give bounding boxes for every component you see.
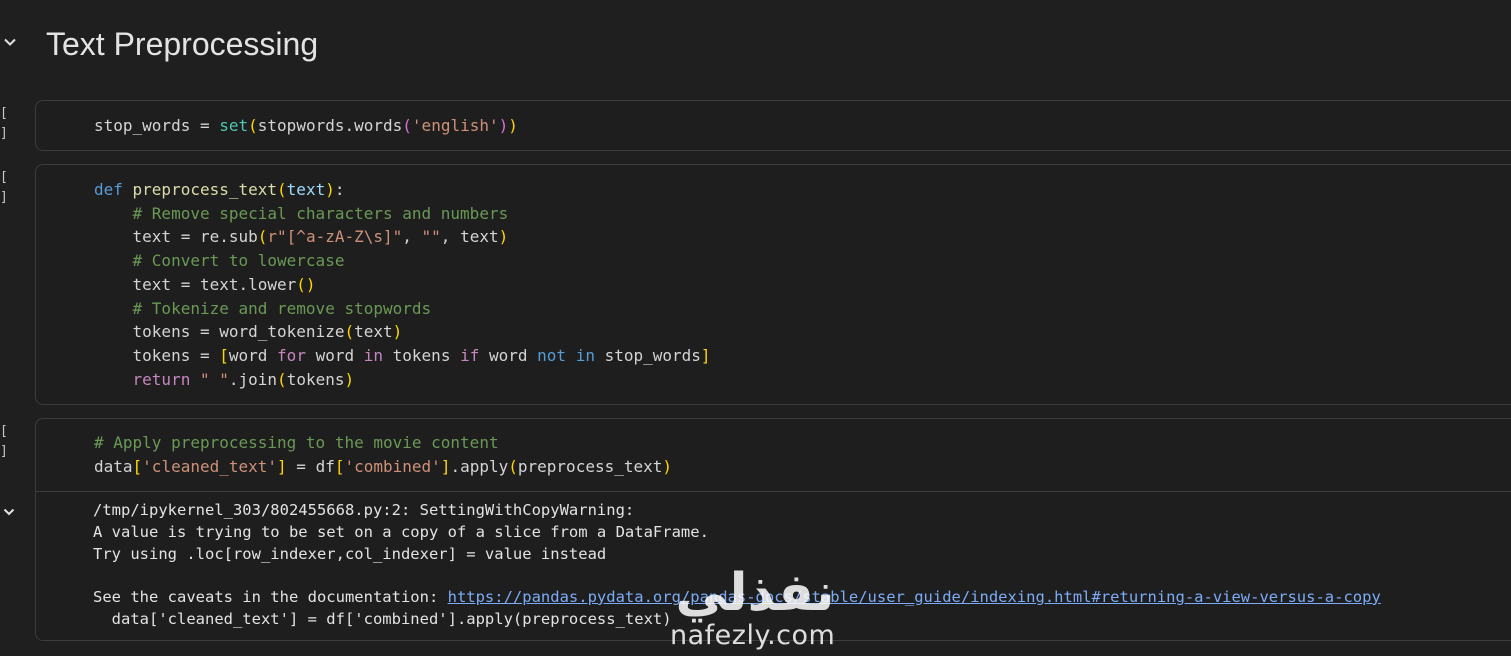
code-cell[interactable]: def preprocess_text(text): # Remove spec… xyxy=(35,164,1511,405)
code-token: # Tokenize and remove stopwords xyxy=(94,298,432,318)
code-token: 'combined' xyxy=(344,456,441,476)
code-token: tokens xyxy=(286,369,345,389)
code-token: in xyxy=(575,345,595,365)
code-token: " " xyxy=(199,369,229,389)
code-token: [ xyxy=(219,345,229,365)
code-token: for xyxy=(277,345,306,365)
code-token: ) xyxy=(508,116,518,135)
code-token: ) xyxy=(498,116,509,135)
section-header: Text Preprocessing xyxy=(0,18,1511,70)
code-token: ( xyxy=(248,116,258,135)
run-cell-button[interactable]: [ ] xyxy=(0,422,22,459)
code-token: ] xyxy=(277,456,287,476)
code-token: word xyxy=(305,345,364,365)
output-line: See the caveats in the documentation: ht… xyxy=(93,586,1381,608)
code-token: ) xyxy=(498,227,509,247)
code-token: , text xyxy=(440,227,499,247)
code-token: ( xyxy=(508,456,518,476)
code-token: stop_words = xyxy=(94,116,220,135)
code-token: .join xyxy=(228,369,278,389)
code-token: # Apply preprocessing to the movie conte… xyxy=(94,433,499,452)
code-token: preprocess_text xyxy=(132,180,278,199)
code-token: = df xyxy=(286,456,335,476)
code-token: ] xyxy=(440,456,451,476)
code-token: tokens = xyxy=(94,345,220,365)
code-token: ) xyxy=(662,456,673,476)
code-token: ) xyxy=(325,180,335,199)
watermark-text: nafezly.com xyxy=(670,620,836,651)
code-token: not xyxy=(537,345,567,365)
code-token: () xyxy=(296,274,316,294)
code-token: text xyxy=(354,322,393,342)
code-token: ( xyxy=(257,227,268,247)
code-token: # Convert to lowercase xyxy=(94,251,345,271)
section-title: Text Preprocessing xyxy=(46,26,319,62)
code-token: ( xyxy=(277,369,287,389)
output-line: A value is trying to be set on a copy of… xyxy=(93,523,709,541)
code-editor[interactable]: def preprocess_text(text): # Remove spec… xyxy=(94,178,711,391)
code-token: r"[^a-zA-Z\s]" xyxy=(267,227,403,247)
code-token: 'english' xyxy=(411,116,499,135)
code-token: : xyxy=(334,180,345,199)
code-token: word xyxy=(228,345,278,365)
code-token: text = text.lower xyxy=(94,274,297,294)
code-token: tokens = word_tokenize xyxy=(94,322,345,342)
code-token: stop_words xyxy=(594,345,701,365)
code-token: tokens xyxy=(383,345,461,365)
chevron-down-icon[interactable] xyxy=(2,34,18,50)
code-token: [ xyxy=(132,456,143,476)
code-token: ( xyxy=(344,322,355,342)
code-token: return xyxy=(132,369,191,389)
output-text: See the caveats in the documentation: xyxy=(93,588,448,606)
run-cell-button[interactable]: [ ] xyxy=(0,104,22,141)
code-token: ) xyxy=(392,322,403,342)
code-token: , xyxy=(402,227,422,247)
code-token: data xyxy=(94,456,133,476)
code-token: if xyxy=(460,345,480,365)
code-editor[interactable]: stop_words = set(stopwords.words('englis… xyxy=(94,114,518,138)
chevron-down-icon[interactable] xyxy=(2,505,16,519)
output-line: /tmp/ipykernel_303/802455668.py:2: Setti… xyxy=(93,501,635,519)
code-token: ( xyxy=(402,116,412,135)
code-token: "" xyxy=(421,227,441,247)
notebook-page: Text Preprocessing [ ] stop_words = set(… xyxy=(0,0,1511,656)
output-line: Try using .loc[row_indexer,col_indexer] … xyxy=(93,545,607,563)
code-token: word xyxy=(479,345,538,365)
code-token: def xyxy=(94,180,133,199)
code-token: ] xyxy=(700,345,711,365)
code-token: 'cleaned_text' xyxy=(142,456,278,476)
code-token: text = re.sub xyxy=(94,227,258,247)
code-token: # Remove special characters and numbers xyxy=(94,203,509,223)
documentation-link[interactable]: https://pandas.pydata.org/pandas-docs/st… xyxy=(448,588,1381,606)
code-cell[interactable]: stop_words = set(stopwords.words('englis… xyxy=(35,100,1511,151)
code-token: ) xyxy=(344,369,355,389)
cell-output: /tmp/ipykernel_303/802455668.py:2: Setti… xyxy=(36,491,1511,640)
code-token: stopwords.words xyxy=(257,116,403,135)
code-token: in xyxy=(363,345,384,365)
code-editor[interactable]: # Apply preprocessing to the movie conte… xyxy=(94,431,672,478)
code-cell[interactable]: # Apply preprocessing to the movie conte… xyxy=(35,418,1511,641)
code-token: .apply xyxy=(450,456,509,476)
code-token: ( xyxy=(277,180,287,199)
run-cell-button[interactable]: [ ] xyxy=(0,168,22,205)
code-token: set xyxy=(219,116,249,135)
output-line: data['cleaned_text'] = df['combined'].ap… xyxy=(93,610,672,628)
code-token: text xyxy=(286,180,326,199)
code-token: preprocess_text xyxy=(517,456,663,476)
